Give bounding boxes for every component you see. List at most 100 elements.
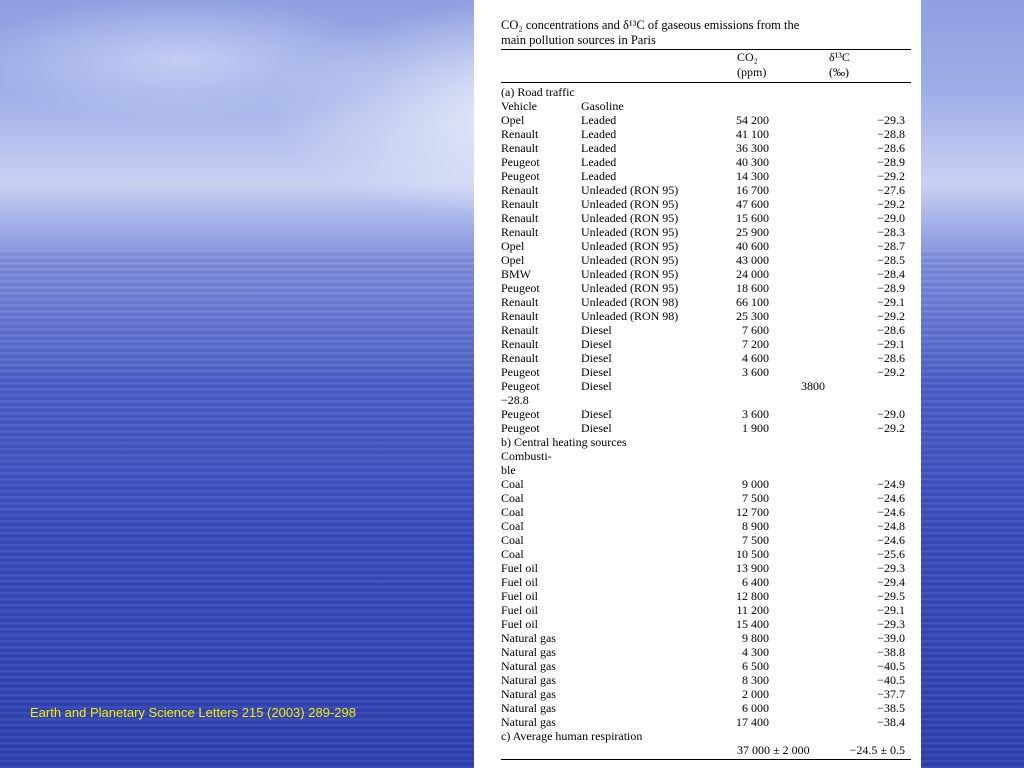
table-row: Renault Leaded 41 100 −28.8 bbox=[501, 127, 911, 141]
co2-cell: 1 900 bbox=[742, 421, 769, 435]
d13c-cell: −24.9 bbox=[877, 477, 905, 491]
table-row: Renault Unleaded (RON 95) 25 900 −28.3 bbox=[501, 225, 911, 239]
d13c-cell: −28.4 bbox=[877, 267, 905, 281]
d13c-cell: −28.8 bbox=[877, 127, 905, 141]
fuel-cell: Unleaded (RON 95) bbox=[581, 197, 679, 211]
co2-cell: 3800 bbox=[801, 379, 825, 393]
table-title-line-2: main pollution sources in Paris bbox=[501, 33, 656, 47]
co2-cell: 9 000 bbox=[742, 477, 769, 491]
co2-cell: 6 500 bbox=[742, 659, 769, 673]
fuel-cell: Unleaded (RON 95) bbox=[581, 239, 679, 253]
table-row: Natural gas 6 000 −38.5 bbox=[501, 701, 911, 715]
table-row: Renault Unleaded (RON 98) 25 300 −29.2 bbox=[501, 309, 911, 323]
d13c-cell: −29.3 bbox=[877, 561, 905, 575]
co2-cell: 9 800 bbox=[742, 631, 769, 645]
co2-cell: 11 200 bbox=[736, 603, 769, 617]
d13c-cell: −24.8 bbox=[877, 519, 905, 533]
fuel-cell: Unleaded (RON 95) bbox=[581, 225, 679, 239]
table-row: Peugeot Diesel 1 900 −29.2 bbox=[501, 421, 911, 435]
co2-cell: 13 900 bbox=[736, 561, 769, 575]
table-row: Fuel oil 12 800 −29.5 bbox=[501, 589, 911, 603]
co2-cell: 7 600 bbox=[742, 323, 769, 337]
co2-cell: 16 700 bbox=[736, 183, 769, 197]
fuel-cell: Unleaded (RON 95) bbox=[581, 267, 679, 281]
vehicle-cell: Renault bbox=[501, 197, 539, 211]
subheader-gasoline: Gasoline bbox=[581, 99, 624, 113]
co2-cell: 4 300 bbox=[742, 645, 769, 659]
d13c-cell: −29.2 bbox=[877, 309, 905, 323]
table-row: Renault Unleaded (RON 98) 66 100 −29.1 bbox=[501, 295, 911, 309]
section-human-respiration: c) Average human respiration bbox=[501, 729, 643, 743]
co2-cell: 24 000 bbox=[736, 267, 769, 281]
respiration-row: 37 000 ± 2 000 −24.5 ± 0.5 bbox=[501, 743, 911, 757]
table-row: Natural gas 9 800 −39.0 bbox=[501, 631, 911, 645]
fuel-cell: Unleaded (RON 98) bbox=[581, 309, 679, 323]
vehicle-cell: Opel bbox=[501, 239, 525, 253]
d13c-cell: −28.6 bbox=[877, 141, 905, 155]
combustible-cell: Natural gas bbox=[501, 645, 556, 659]
table-row: Opel Unleaded (RON 95) 43 000 −28.5 bbox=[501, 253, 911, 267]
d13c-cell: −29.1 bbox=[877, 337, 905, 351]
section-central-heating: b) Central heating sources bbox=[501, 435, 627, 449]
fuel-cell: Diesel bbox=[581, 365, 612, 379]
table-row: Opel Unleaded (RON 95) 40 600 −28.7 bbox=[501, 239, 911, 253]
vehicle-cell: Peugeot bbox=[501, 155, 540, 169]
d13c-cell: −38.4 bbox=[877, 715, 905, 729]
d13c-cell: −39.0 bbox=[877, 631, 905, 645]
fuel-cell: Diesel bbox=[581, 379, 612, 393]
road-subheader: Vehicle Gasoline bbox=[501, 99, 911, 113]
d13c-cell: −28.6 bbox=[877, 323, 905, 337]
vehicle-cell: Opel bbox=[501, 113, 525, 127]
vehicle-cell: Renault bbox=[501, 127, 539, 141]
d13c-cell: −29.2 bbox=[877, 365, 905, 379]
table-row: Renault Unleaded (RON 95) 16 700 −27.6 bbox=[501, 183, 911, 197]
vehicle-cell: Peugeot bbox=[501, 281, 540, 295]
d13c-cell: −24.6 bbox=[877, 491, 905, 505]
table-row: Peugeot Diesel 3800 bbox=[501, 379, 911, 393]
table-row: Peugeot Diesel 3 600 −29.2 bbox=[501, 365, 911, 379]
d13c-cell: −25.6 bbox=[877, 547, 905, 561]
vehicle-cell: Peugeot bbox=[501, 365, 540, 379]
co2-cell: 12 800 bbox=[736, 589, 769, 603]
co2-cell: 6 000 bbox=[742, 701, 769, 715]
table-row: Natural gas 8 300 −40.5 bbox=[501, 673, 911, 687]
table-row: Fuel oil 13 900 −29.3 bbox=[501, 561, 911, 575]
combustible-cell: Natural gas bbox=[501, 715, 556, 729]
vehicle-cell: Peugeot bbox=[501, 169, 540, 183]
table-row: BMW Unleaded (RON 95) 24 000 −28.4 bbox=[501, 267, 911, 281]
co2-cell: 4 600 bbox=[742, 351, 769, 365]
table-row: Fuel oil 15 400 −29.3 bbox=[501, 617, 911, 631]
table-row: Natural gas 2 000 −37.7 bbox=[501, 687, 911, 701]
respiration-co2: 37 000 ± 2 000 bbox=[737, 743, 810, 757]
table-row: Coal 12 700 −24.6 bbox=[501, 505, 911, 519]
table-title-line-1: CO₂ concentrations and δ¹³C of gaseous e… bbox=[501, 18, 800, 32]
d13c-cell: −40.5 bbox=[877, 673, 905, 687]
vehicle-cell: Peugeot bbox=[501, 421, 540, 435]
table-row: Renault Unleaded (RON 95) 15 600 −29.0 bbox=[501, 211, 911, 225]
co2-cell: 12 700 bbox=[736, 505, 769, 519]
combustible-cell: Fuel oil bbox=[501, 589, 539, 603]
combustible-cell: Coal bbox=[501, 547, 524, 561]
d13c-cell: −37.7 bbox=[877, 687, 905, 701]
fuel-cell: Leaded bbox=[581, 169, 617, 183]
subheader-vehicle: Vehicle bbox=[501, 99, 537, 113]
co2-cell: 40 600 bbox=[736, 239, 769, 253]
fuel-cell: Unleaded (RON 95) bbox=[581, 281, 679, 295]
vehicle-cell: BMW bbox=[501, 267, 531, 281]
combustible-cell: Natural gas bbox=[501, 701, 556, 715]
table-row: Coal 9 000 −24.9 bbox=[501, 477, 911, 491]
fuel-cell: Diesel bbox=[581, 407, 612, 421]
fuel-cell: Diesel bbox=[581, 421, 612, 435]
combustible-cell: Coal bbox=[501, 533, 524, 547]
co2-cell: 17 400 bbox=[736, 715, 769, 729]
co2-cell: 7 200 bbox=[742, 337, 769, 351]
fuel-cell: Unleaded (RON 95) bbox=[581, 253, 679, 267]
d13c-cell: −29.3 bbox=[877, 113, 905, 127]
co2-cell: 7 500 bbox=[742, 491, 769, 505]
d13c-cell: −29.2 bbox=[877, 421, 905, 435]
co2-cell: 36 300 bbox=[736, 141, 769, 155]
combustible-cell: Coal bbox=[501, 505, 524, 519]
bottom-rule bbox=[501, 759, 911, 760]
co2-cell: 66 100 bbox=[736, 295, 769, 309]
co2-cell: 54 200 bbox=[736, 113, 769, 127]
